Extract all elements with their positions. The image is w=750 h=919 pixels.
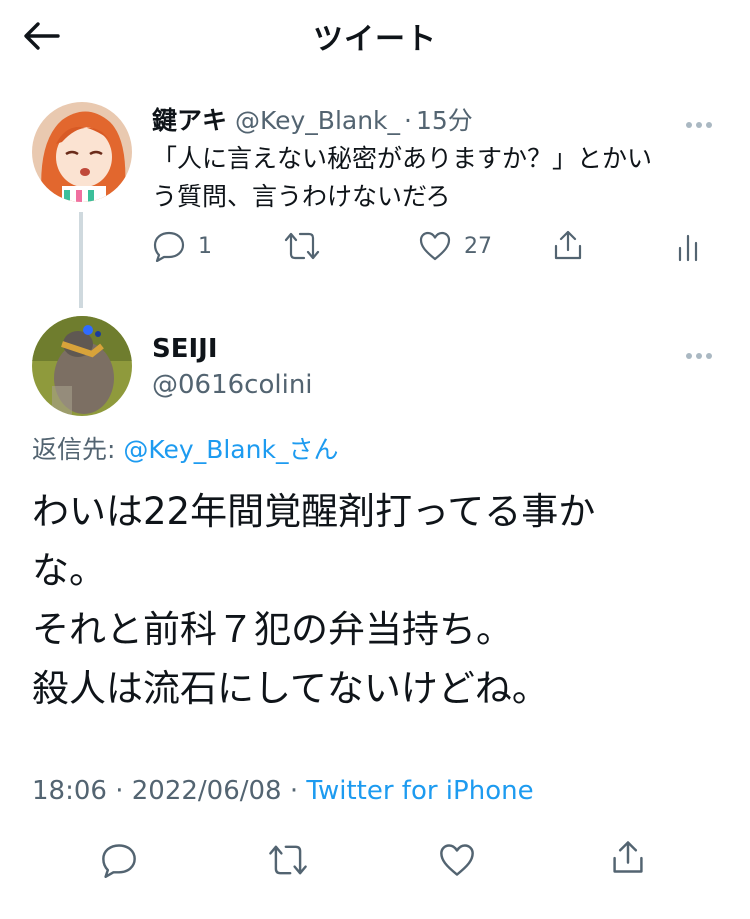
reply-to-label: 返信先: [32,435,116,464]
like-button[interactable]: 27 [418,230,492,262]
more-options-button[interactable] [686,113,716,128]
separator: · [404,106,412,135]
reply-to-handle[interactable]: @Key_Blank_さん [123,435,338,464]
page-title: ツイート [313,22,437,57]
text-line: な。 [32,549,106,592]
share-icon [613,841,643,873]
text-line: 「人に言えない秘密がありますか？」とかい [152,144,653,173]
reply-icon [153,231,185,262]
share-button[interactable] [609,838,647,876]
timestamp[interactable]: 15分 [416,106,473,135]
text-line: わいは22年間覚醒剤打ってる事か [32,490,596,533]
tweet-text: わいは22年間覚醒剤打ってる事か な。 それと前科７犯の弁当持ち。 殺人は流石に… [32,482,595,718]
avatar[interactable] [32,102,132,202]
analytics-button[interactable] [676,232,702,262]
retweet-button[interactable] [282,230,322,262]
parent-tweet-header: 鍵アキ @Key_Blank_ · 15分 [152,101,473,137]
text-line: 殺人は流石にしてないけどね。 [32,667,549,710]
reply-button[interactable]: 1 [152,230,212,262]
share-icon [554,230,582,260]
analytics-icon [678,234,698,262]
share-button[interactable] [551,228,585,262]
text-line: それと前科７犯の弁当持ち。 [32,608,513,651]
display-name[interactable]: 鍵アキ [152,106,227,135]
more-options-button[interactable] [686,344,716,359]
avatar[interactable] [32,316,132,416]
like-button[interactable] [438,842,476,878]
thread-line [79,212,83,308]
reply-to: 返信先: @Key_Blank_さん [32,430,338,466]
parent-tweet-text: 「人に言えない秘密がありますか？」とかい う質問、言うわけないだろ [152,140,652,216]
handle[interactable]: @0616colini [152,370,313,400]
like-icon [419,231,451,261]
reply-icon [102,844,136,878]
like-icon [440,844,474,876]
reply-count: 1 [198,233,212,259]
tweet-source[interactable]: Twitter for iPhone [306,776,533,806]
avatar-image [32,102,132,202]
display-name[interactable]: SEIJI [152,334,218,364]
retweet-icon [284,232,320,260]
reply-button[interactable] [100,842,138,878]
tweet-date: 2022/06/08 [131,776,282,806]
avatar-image [32,316,132,416]
retweet-button[interactable] [266,842,310,878]
separator: · [289,776,299,806]
like-count: 27 [464,233,492,259]
separator: · [115,776,124,806]
handle[interactable]: @Key_Blank_ [235,106,400,135]
text-line: う質問、言うわけないだろ [152,182,451,211]
tweet-time: 18:06 [32,776,107,806]
retweet-icon [269,845,307,875]
tweet-meta: 18:06 · 2022/06/08 · Twitter for iPhone [32,776,534,806]
